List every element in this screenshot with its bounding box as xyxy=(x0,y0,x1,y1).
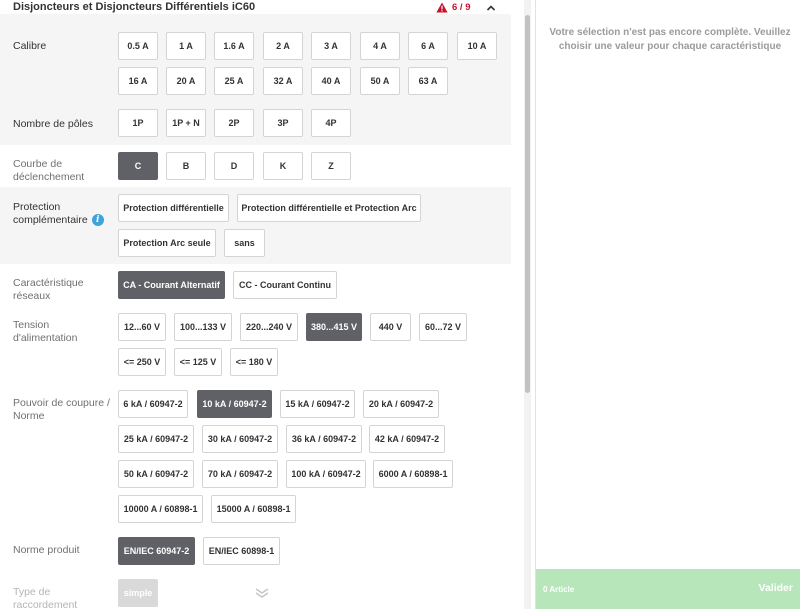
option-button[interactable]: 50 A xyxy=(360,67,400,95)
section-courbe-de-declenchement: Courbe de déclenchement C B D K Z xyxy=(0,145,511,187)
option-button[interactable]: Z xyxy=(311,152,351,180)
section-label: Protection complémentaire i xyxy=(13,201,113,227)
option-button[interactable]: 1.6 A xyxy=(214,32,254,60)
section-nombre-de-poles: Nombre de pôles 1P 1P + N 2P 3P 4P xyxy=(0,102,511,145)
option-button[interactable]: 32 A xyxy=(263,67,303,95)
option-button[interactable]: 15000 A / 60898-1 xyxy=(211,495,296,523)
option-button[interactable]: <= 125 V xyxy=(174,348,222,376)
option-button[interactable]: 25 kA / 60947-2 xyxy=(118,425,194,453)
option-button[interactable]: 100 kA / 60947-2 xyxy=(286,460,366,488)
option-button[interactable]: 42 kA / 60947-2 xyxy=(369,425,445,453)
section-norme-produit: Norme produit EN/IEC 60947-2 EN/IEC 6089… xyxy=(0,537,511,580)
option-button[interactable]: 100...133 V xyxy=(174,313,232,341)
option-button[interactable]: <= 180 V xyxy=(230,348,278,376)
option-button[interactable]: 220...240 V xyxy=(240,313,298,341)
option-button-selected[interactable]: simple xyxy=(118,579,158,607)
option-button[interactable]: 20 A xyxy=(166,67,206,95)
validate-button[interactable]: Valider xyxy=(759,582,793,594)
scroll-more-button[interactable] xyxy=(253,586,271,598)
section-label: Courbe de déclenchement xyxy=(13,158,85,183)
option-button[interactable]: 6000 A / 60898-1 xyxy=(373,460,453,488)
option-button[interactable]: 15 kA / 60947-2 xyxy=(280,390,355,418)
chevron-up-icon xyxy=(486,5,496,11)
option-button[interactable]: 20 kA / 60947-2 xyxy=(363,390,439,418)
option-button[interactable]: 10000 A / 60898-1 xyxy=(118,495,203,523)
option-button[interactable]: 1P + N xyxy=(166,109,206,137)
option-button[interactable]: Protection différentielle et Protection … xyxy=(237,194,421,222)
option-button[interactable]: 25 A xyxy=(214,67,254,95)
option-button[interactable]: sans xyxy=(224,229,265,257)
info-icon[interactable]: i xyxy=(91,214,104,227)
scrollbar-thumb[interactable] xyxy=(525,15,530,393)
product-title: Disjoncteurs et Disjoncteurs Différentie… xyxy=(13,1,256,13)
option-button[interactable]: D xyxy=(214,152,254,180)
option-button[interactable]: 12...60 V xyxy=(118,313,166,341)
selection-summary-panel: Votre sélection n'est pas encore complèt… xyxy=(535,0,800,609)
double-chevron-down-icon xyxy=(255,588,269,598)
collapse-button[interactable] xyxy=(484,1,498,13)
panel-header: Disjoncteurs et Disjoncteurs Différentie… xyxy=(0,0,511,14)
option-button[interactable]: 0.5 A xyxy=(118,32,158,60)
section-label: Pouvoir de coupure / Norme xyxy=(13,397,110,422)
section-tension-alimentation: Tension d'alimentation 12...60 V 100...1… xyxy=(0,307,511,384)
option-button[interactable]: 3P xyxy=(263,109,303,137)
option-button-selected[interactable]: 380...415 V xyxy=(306,313,362,341)
option-button-selected[interactable]: CA - Courant Alternatif xyxy=(118,271,225,299)
option-button-selected[interactable]: EN/IEC 60947-2 xyxy=(118,537,195,565)
option-button[interactable]: 30 kA / 60947-2 xyxy=(202,425,278,453)
step-counter-text: 6 / 9 xyxy=(452,2,471,13)
section-label: Calibre xyxy=(13,40,47,52)
option-button[interactable]: 70 kA / 60947-2 xyxy=(202,460,278,488)
option-button[interactable]: 16 A xyxy=(118,67,158,95)
option-button[interactable]: 2P xyxy=(214,109,254,137)
article-count: 0 Article xyxy=(543,585,575,594)
section-label: Caractéristique réseaux xyxy=(13,277,84,302)
warning-icon xyxy=(436,2,448,13)
option-button-selected[interactable]: C xyxy=(118,152,158,180)
section-pouvoir-de-coupure: Pouvoir de coupure / Norme 6 kA / 60947-… xyxy=(0,384,511,540)
configurator-panel: Disjoncteurs et Disjoncteurs Différentie… xyxy=(0,0,534,609)
option-button[interactable]: 63 A xyxy=(408,67,448,95)
summary-footer: 0 Article Valider xyxy=(536,569,800,609)
option-button[interactable]: K xyxy=(263,152,303,180)
option-button[interactable]: B xyxy=(166,152,206,180)
option-button[interactable]: EN/IEC 60898-1 xyxy=(203,537,280,565)
option-button[interactable]: 1P xyxy=(118,109,158,137)
option-button[interactable]: 50 kA / 60947-2 xyxy=(118,460,194,488)
option-button-selected[interactable]: 10 kA / 60947-2 xyxy=(197,390,272,418)
section-label: Nombre de pôles xyxy=(13,118,93,130)
section-protection-complementaire: Protection complémentaire i Protection di… xyxy=(0,187,511,264)
step-counter: 6 / 9 xyxy=(436,2,471,13)
option-button[interactable]: Protection Arc seule xyxy=(118,229,216,257)
option-button[interactable]: 3 A xyxy=(311,32,351,60)
section-caracteristique-reseaux: Caractéristique réseaux CA - Courant Alt… xyxy=(0,264,511,307)
section-calibre: Calibre 0.5 A 1 A 1.6 A 2 A 3 A 4 A 6 A … xyxy=(0,14,511,102)
option-button[interactable]: 6 kA / 60947-2 xyxy=(118,390,188,418)
option-button[interactable]: 2 A xyxy=(263,32,303,60)
option-button[interactable]: 4 A xyxy=(360,32,400,60)
section-label: Norme produit xyxy=(13,544,80,556)
option-button[interactable]: 40 A xyxy=(311,67,351,95)
option-button[interactable]: 1 A xyxy=(166,32,206,60)
option-button[interactable]: 10 A xyxy=(457,32,497,60)
section-label: Type de raccordement xyxy=(13,586,78,609)
section-label-text: Protection complémentaire xyxy=(13,201,88,226)
option-button[interactable]: 36 kA / 60947-2 xyxy=(286,425,362,453)
option-button[interactable]: Protection différentielle xyxy=(118,194,229,222)
section-label: Tension d'alimentation xyxy=(13,319,78,344)
option-button[interactable]: 6 A xyxy=(408,32,448,60)
option-button[interactable]: 4P xyxy=(311,109,351,137)
option-button[interactable]: CC - Courant Continu xyxy=(233,271,337,299)
option-button[interactable]: 60...72 V xyxy=(419,313,467,341)
option-button[interactable]: 440 V xyxy=(370,313,411,341)
option-button[interactable]: <= 250 V xyxy=(118,348,166,376)
incomplete-selection-message: Votre sélection n'est pas encore complèt… xyxy=(549,27,791,52)
